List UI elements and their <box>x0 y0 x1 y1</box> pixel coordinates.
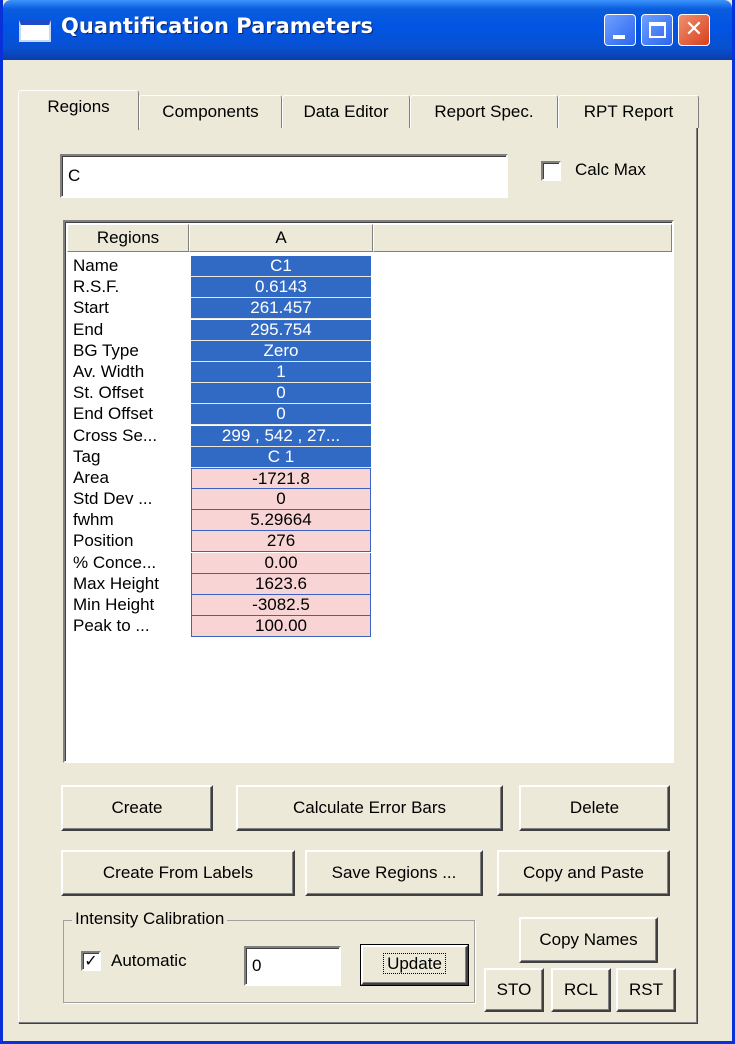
row-value[interactable]: 100.00 <box>191 616 371 638</box>
automatic-label: Automatic <box>111 951 187 970</box>
minimize-button[interactable] <box>604 14 636 46</box>
row-value[interactable]: 276 <box>191 531 371 553</box>
row-value[interactable]: 5.29664 <box>191 510 371 532</box>
window-app-icon <box>19 20 51 42</box>
row-value[interactable]: 295.754 <box>191 319 371 341</box>
automatic-checkbox[interactable]: ✓ <box>81 951 101 971</box>
row-label: Max Height <box>73 573 159 593</box>
copy-and-paste-button[interactable]: Copy and Paste <box>497 850 670 896</box>
row-label: St. Offset <box>73 383 144 403</box>
row-value[interactable]: 0 <box>191 404 371 426</box>
tab-data-editor[interactable]: Data Editor <box>282 95 410 128</box>
row-label: End <box>73 319 104 339</box>
row-label: R.S.F. <box>73 277 120 297</box>
column-header-regions[interactable]: Regions <box>67 224 189 252</box>
row-value[interactable]: Zero <box>191 340 371 362</box>
column-header-empty[interactable] <box>373 224 672 252</box>
table-row[interactable]: Cross Se... 299 , 542 , 27... <box>71 425 671 447</box>
table-row[interactable]: Min Height -3082.5 <box>71 595 671 616</box>
regions-grid[interactable]: Regions A Name C1 R.S.F. 0.6143 Start 261.4… <box>63 220 674 763</box>
column-header-a[interactable]: A <box>189 224 373 252</box>
table-row[interactable]: St. Offset 0 <box>71 383 671 405</box>
delete-button[interactable]: Delete <box>519 785 670 831</box>
close-icon: ✕ <box>684 17 704 42</box>
table-row[interactable]: Position 276 <box>71 531 671 553</box>
row-label: Min Height <box>73 595 155 614</box>
row-value[interactable]: C 1 <box>191 446 371 468</box>
row-label: Area <box>73 467 109 487</box>
row-value[interactable]: 0.00 <box>191 552 371 574</box>
create-from-labels-button[interactable]: Create From Labels <box>61 850 295 896</box>
table-row[interactable]: Tag C 1 <box>71 446 671 468</box>
rcl-button[interactable]: RCL <box>551 968 611 1012</box>
sto-button[interactable]: STO <box>484 968 544 1012</box>
intensity-calibration-title: Intensity Calibration <box>72 909 228 929</box>
table-row[interactable]: Area -1721.8 <box>71 467 671 489</box>
row-label: Tag <box>73 446 101 466</box>
row-value[interactable]: 299 , 542 , 27... <box>191 425 371 447</box>
row-label: % Conce... <box>73 552 157 572</box>
maximize-button[interactable] <box>641 14 673 46</box>
calculate-error-bars-button[interactable]: Calculate Error Bars <box>236 785 503 831</box>
create-button[interactable]: Create <box>61 785 213 831</box>
row-label: Cross Se... <box>73 425 158 445</box>
save-regions-button[interactable]: Save Regions ... <box>305 850 483 896</box>
close-button[interactable]: ✕ <box>678 14 710 46</box>
grid-header: Regions A <box>67 224 672 252</box>
row-label: End Offset <box>73 404 154 424</box>
tab-rpt-report[interactable]: RPT Report <box>558 95 699 128</box>
table-row[interactable]: Max Height 1623.6 <box>71 573 671 595</box>
row-value[interactable]: 0 <box>191 489 371 511</box>
maximize-icon <box>649 22 666 38</box>
table-row[interactable]: R.S.F. 0.6143 <box>71 277 671 299</box>
table-row[interactable]: Std Dev ... 0 <box>71 489 671 511</box>
table-row[interactable]: Av. Width 1 <box>71 361 671 383</box>
row-label: fwhm <box>73 510 114 530</box>
window-title: Quantification Parameters <box>61 14 374 38</box>
calc-max-checkbox[interactable] <box>541 161 561 181</box>
dialog-window: Quantification Parameters ✕ Regions Comp… <box>0 0 735 1044</box>
row-value[interactable]: 1 <box>191 361 371 383</box>
row-value[interactable]: 0 <box>191 383 371 405</box>
tab-components[interactable]: Components <box>139 95 282 128</box>
title-bar[interactable]: Quantification Parameters ✕ <box>3 0 732 60</box>
row-value[interactable]: 1623.6 <box>191 573 371 595</box>
row-label: Start <box>73 298 109 318</box>
table-row[interactable]: fwhm 5.29664 <box>71 510 671 532</box>
calibration-value-input[interactable]: 0 <box>244 946 341 986</box>
table-row[interactable]: Start 261.457 <box>71 298 671 320</box>
grid-rows: Name C1 R.S.F. 0.6143 Start 261.457 End 295.… <box>71 256 671 638</box>
row-label: Peak to ... <box>73 616 150 636</box>
table-row[interactable]: % Conce... 0.00 <box>71 552 671 574</box>
row-value[interactable]: 0.6143 <box>191 277 371 299</box>
table-row[interactable]: BG Type Zero <box>71 340 671 362</box>
rst-button[interactable]: RST <box>616 968 676 1012</box>
row-label: Position <box>73 531 134 551</box>
calc-max-label: Calc Max <box>575 160 646 179</box>
row-value[interactable]: -1721.8 <box>191 467 371 489</box>
row-label: Name <box>73 256 119 275</box>
table-row[interactable]: End Offset 0 <box>71 404 671 426</box>
tab-regions[interactable]: Regions <box>18 90 139 130</box>
table-row[interactable]: Name C1 <box>71 256 671 277</box>
row-value[interactable]: 261.457 <box>191 298 371 320</box>
minimize-icon <box>613 35 625 39</box>
row-label: Std Dev ... <box>73 489 153 509</box>
region-name-input[interactable]: C <box>60 154 508 198</box>
row-label: Av. Width <box>73 361 145 381</box>
row-value[interactable]: -3082.5 <box>191 595 371 616</box>
tab-report-spec[interactable]: Report Spec. <box>410 95 558 128</box>
table-row[interactable]: End 295.754 <box>71 319 671 341</box>
update-button-label: Update <box>383 953 446 974</box>
table-row[interactable]: Peak to ... 100.00 <box>71 616 671 638</box>
update-button[interactable]: Update <box>360 944 469 986</box>
row-value[interactable]: C1 <box>191 256 371 277</box>
row-label: BG Type <box>73 340 139 360</box>
copy-names-button[interactable]: Copy Names <box>519 917 658 963</box>
